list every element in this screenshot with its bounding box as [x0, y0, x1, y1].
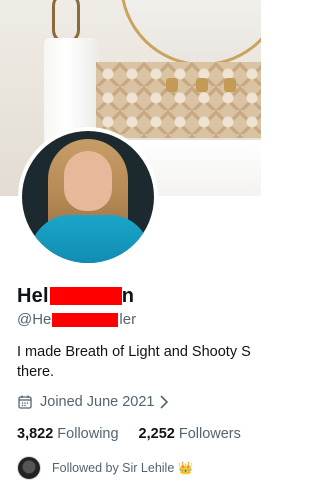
joined-date[interactable]: Joined June 2021 — [18, 394, 169, 410]
chevron-right-icon — [159, 395, 168, 409]
bio-line: there. — [17, 364, 55, 380]
redaction-bar — [52, 312, 119, 327]
banner-faucet-handle — [166, 78, 178, 92]
followers-label: Followers — [178, 426, 241, 442]
banner-tile-wall — [96, 62, 261, 140]
follower-avatar — [17, 456, 41, 480]
avatar-image — [22, 131, 154, 263]
followers-link[interactable]: 2,252 Followers — [139, 426, 241, 442]
followers-count: 2,252 — [138, 426, 175, 442]
following-count: 3,822 — [17, 426, 54, 442]
followed-by-text: Followed by Sir Lehile — [52, 461, 175, 475]
bio-line: I made Breath of Light and Shooty S — [17, 344, 251, 360]
banner-faucet — [196, 78, 208, 92]
banner-mirror — [120, 0, 261, 66]
handle-row: @He ler — [17, 311, 136, 328]
profile-avatar[interactable] — [18, 127, 158, 267]
handle: @He — [17, 311, 52, 328]
display-name-tail: n — [121, 284, 135, 307]
crown-icon: 👑 — [178, 461, 194, 475]
calendar-icon — [18, 395, 32, 409]
display-name: Hel — [17, 284, 49, 307]
handle-tail: ler — [119, 311, 137, 328]
joined-label: Joined June 2021 — [40, 394, 155, 410]
following-link[interactable]: 3,822 Following — [17, 426, 119, 442]
following-label: Following — [57, 426, 119, 442]
follow-stats: 3,822 Following 2,252 Followers — [17, 426, 261, 442]
banner-faucet-handle — [224, 78, 236, 92]
followed-by[interactable]: Followed by Sir Lehile 👑 — [17, 456, 193, 480]
profile-bio: I made Breath of Light and Shooty S ther… — [17, 342, 261, 382]
redaction-bar — [49, 287, 122, 305]
display-name-row: Hel n — [17, 283, 134, 309]
